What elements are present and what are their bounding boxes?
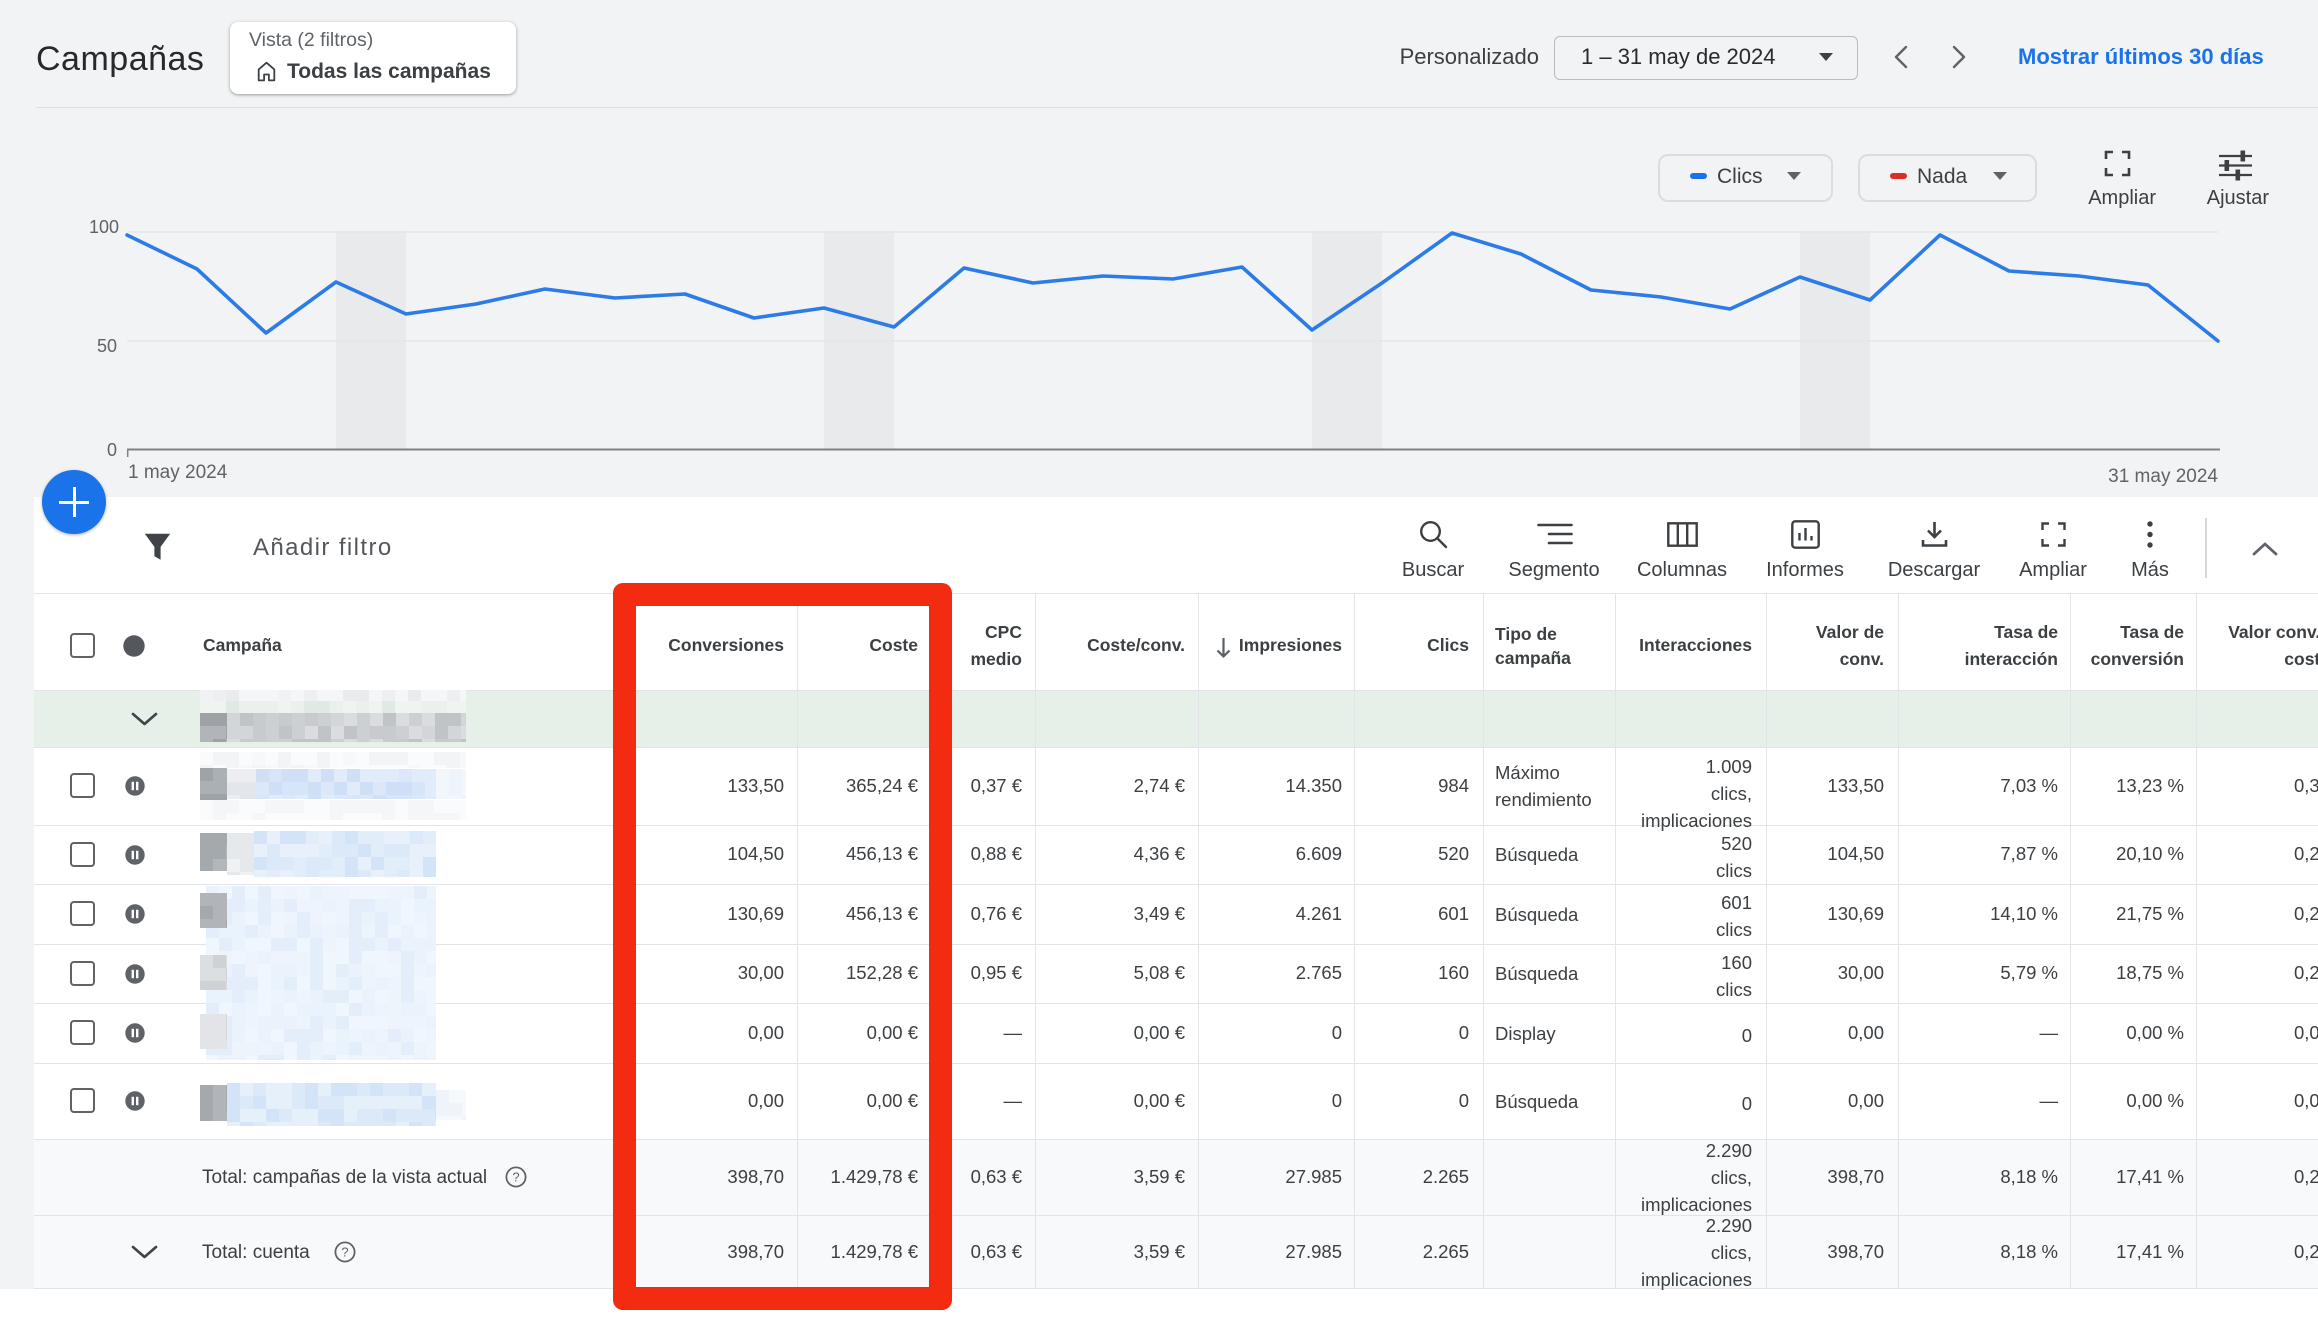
svg-text:?: ? [512,1170,519,1185]
svg-text:?: ? [341,1245,348,1260]
